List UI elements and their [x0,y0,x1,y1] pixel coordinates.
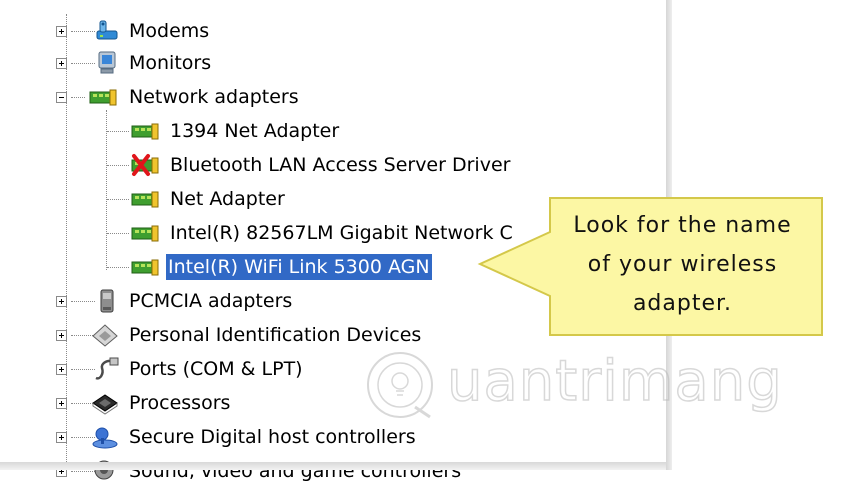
tree-item-label[interactable]: PCMCIA adapters [127,288,294,314]
tree-connector [107,199,129,200]
network-adapter-icon [130,254,159,280]
tree-guide-line [106,110,107,270]
tree-item-label[interactable]: Net Adapter [168,186,287,212]
monitor-icon [94,50,120,76]
watermark: uantrimang [355,345,825,425]
identification-device-icon [90,322,118,348]
tree-item-label[interactable]: Monitors [127,50,213,76]
device-manager-tree-view: Modems Monitors Network adapters 1394 Ne… [0,0,841,485]
pcmcia-icon [94,288,120,314]
collapse-network-adapters-button[interactable] [56,92,67,103]
sd-controller-icon [90,424,118,450]
disabled-network-adapter-icon [130,152,159,178]
network-adapter-icon [130,186,159,212]
callout-text-line: Look for the name [573,213,792,238]
tree-item-label[interactable]: Bluetooth LAN Access Server Driver [168,152,512,178]
callout-text-line: of your wireless [587,252,778,277]
expand-processors-button[interactable] [56,398,67,409]
tree-connector [107,131,129,132]
network-adapter-icon [130,220,159,246]
network-adapter-icon [130,118,159,144]
expand-sd-controllers-button[interactable] [56,432,67,443]
tree-item-label[interactable]: Network adapters [127,84,301,110]
tree-connector [107,267,129,268]
expand-ports-button[interactable] [56,364,67,375]
tree-connector [107,165,129,166]
selected-tree-item-label[interactable]: Intel(R) WiFi Link 5300 AGN [166,254,432,280]
tree-connector [71,63,95,64]
tree-item-label[interactable]: Intel(R) 82567LM Gigabit Network C [168,220,515,246]
tree-item-label[interactable]: Secure Digital host controllers [127,424,418,450]
callout-text-line: adapter. [632,291,733,316]
tree-item-label[interactable]: Processors [127,390,232,416]
tree-connector [71,97,85,98]
tree-connector [71,301,95,302]
watermark-text: uantrimang [446,348,783,415]
tree-connector [107,233,129,234]
network-adapter-icon [88,84,117,110]
expand-monitors-button[interactable] [56,58,67,69]
tree-item-label[interactable]: Ports (COM & LPT) [127,356,305,382]
port-icon [92,356,119,382]
annotation-callout: Look for the name of your wireless adapt… [477,197,825,337]
watermark-logo-icon [367,352,433,419]
expand-pcmcia-button[interactable] [56,296,67,307]
tree-view-bottom-border [0,462,672,470]
modem-icon [94,18,120,44]
processor-icon [90,390,118,416]
expand-modems-button[interactable] [56,26,67,37]
expand-identification-devices-button[interactable] [56,330,67,341]
tree-item-label[interactable]: Modems [127,18,211,44]
tree-connector [71,31,95,32]
tree-item-label[interactable]: 1394 Net Adapter [168,118,341,144]
